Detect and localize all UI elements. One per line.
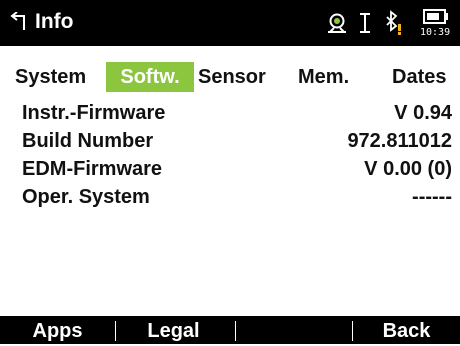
row-label: Oper. System: [22, 186, 150, 208]
tab-system[interactable]: System: [15, 62, 86, 92]
tab-sensor[interactable]: Sensor: [198, 62, 266, 92]
softkey-bar: Apps Legal Back: [0, 316, 460, 344]
row-label: Instr.-Firmware: [22, 102, 166, 124]
tab-bar: System Softw. Sensor Mem. Dates: [0, 62, 460, 92]
row-value: ------: [412, 186, 452, 208]
row-value: V 0.94: [394, 102, 452, 124]
row-label: EDM-Firmware: [22, 158, 163, 180]
cursor-icon: [358, 12, 372, 39]
tab-memory[interactable]: Mem.: [298, 62, 349, 92]
empty-softkey[interactable]: [236, 316, 351, 344]
info-row-build-number: Build Number 972.811012: [22, 126, 452, 156]
info-row-oper-system: Oper. System ------: [22, 182, 452, 212]
tab-dates[interactable]: Dates: [392, 62, 446, 92]
legal-button[interactable]: Legal: [116, 316, 231, 344]
bluetooth-warning-icon: [385, 10, 403, 41]
apps-button[interactable]: Apps: [0, 316, 115, 344]
title-bar: Info 10:39: [0, 0, 460, 46]
back-button[interactable]: Back: [353, 316, 460, 344]
row-value: 972.811012: [347, 130, 452, 152]
target-camera-icon: [325, 13, 349, 38]
back-arrow-icon[interactable]: [10, 11, 26, 32]
info-row-edm-firmware: EDM-Firmware V 0.00 (0): [22, 154, 452, 184]
row-value: V 0.00 (0): [364, 158, 452, 180]
clock: 10:39: [420, 27, 451, 38]
tab-software[interactable]: Softw.: [106, 62, 194, 92]
page-title: Info: [35, 10, 74, 33]
info-row-instr-firmware: Instr.-Firmware V 0.94: [22, 98, 452, 128]
row-label: Build Number: [22, 130, 154, 152]
